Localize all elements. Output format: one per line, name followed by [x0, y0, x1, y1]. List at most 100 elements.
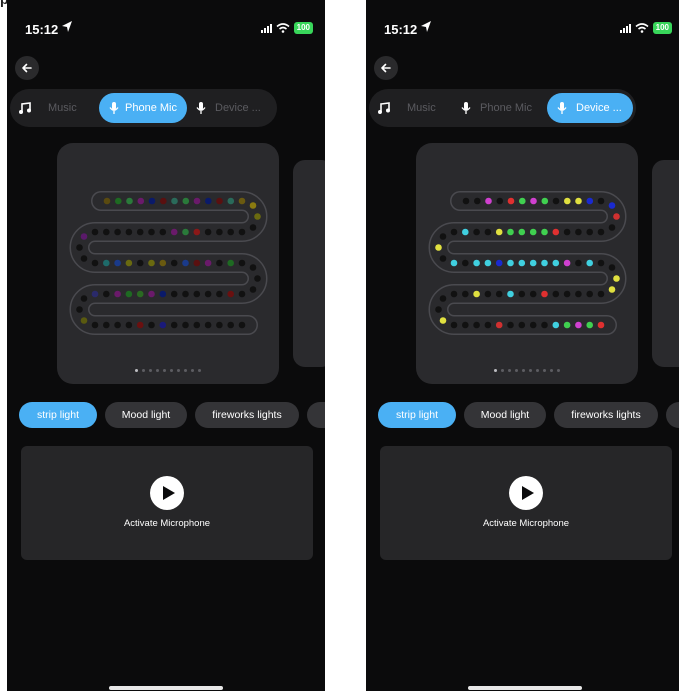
pager-dot [198, 369, 201, 372]
led-dot [608, 202, 616, 209]
led-dot [216, 197, 223, 205]
led-dot [552, 228, 560, 236]
led-dot [249, 202, 257, 209]
activate-microphone-button[interactable] [509, 476, 543, 510]
activate-microphone-label: Activate Microphone [123, 518, 211, 529]
led-dot [193, 290, 201, 298]
led-dot [563, 228, 571, 236]
led-dot [495, 228, 503, 236]
led-dot [148, 228, 155, 236]
activate-microphone-button[interactable] [150, 476, 184, 510]
led-dot [439, 255, 447, 262]
led-dot [586, 321, 593, 329]
led-dot [170, 290, 178, 298]
led-dot [608, 264, 616, 271]
led-dot [435, 244, 442, 251]
led-dot [80, 295, 88, 302]
carousel-pager [416, 369, 638, 372]
led-dot [114, 228, 121, 236]
effect-preview-card[interactable] [416, 143, 638, 384]
led-dot [575, 228, 582, 236]
pager-dot [536, 369, 539, 372]
led-dot [518, 290, 526, 298]
pager-dot [515, 369, 518, 372]
led-dot [450, 259, 458, 267]
led-dot [473, 290, 480, 298]
led-dot [159, 228, 167, 236]
effect-preview-card[interactable] [57, 143, 279, 384]
signal-icon [260, 23, 272, 33]
led-dot [125, 321, 133, 329]
led-dot [484, 259, 492, 267]
mode-more[interactable] [666, 402, 679, 428]
led-dot [91, 290, 99, 298]
mode-mood-light[interactable]: Mood light [105, 402, 187, 428]
pager-dot [501, 369, 504, 372]
next-effect-card[interactable] [293, 160, 325, 367]
mode-fireworks-lights[interactable]: fireworks lights [195, 402, 299, 428]
led-dot [80, 233, 88, 240]
led-dot [126, 197, 133, 205]
led-dot [114, 290, 121, 298]
led-dot [597, 321, 605, 329]
led-dot [496, 197, 504, 205]
mode-strip-light[interactable]: strip light [19, 402, 97, 428]
microphone-icon [109, 102, 119, 114]
led-dot [450, 321, 458, 329]
led-dot [541, 197, 549, 205]
tab-device-label: Device ... [576, 102, 622, 114]
tab-music[interactable]: Music [371, 93, 442, 123]
led-dot [518, 228, 526, 236]
led-dot [462, 321, 469, 329]
led-dot [541, 228, 548, 236]
microphone-icon [196, 102, 206, 114]
led-dot [170, 228, 178, 236]
tab-phone-mic[interactable]: Phone Mic [453, 93, 538, 123]
led-dot [473, 228, 480, 236]
led-dot [484, 228, 492, 236]
led-dot [159, 259, 167, 267]
source-tab-bar: Music Phone Mic Device ... [10, 89, 277, 127]
tab-device[interactable]: Device ... [190, 93, 265, 123]
next-effect-card[interactable] [652, 160, 679, 367]
led-dot [238, 259, 246, 267]
led-dot [462, 290, 469, 298]
microphone-icon [557, 102, 567, 114]
battery-indicator: 100 [652, 22, 672, 34]
led-dot [182, 228, 189, 236]
back-button[interactable] [15, 56, 39, 80]
led-dot [586, 197, 594, 205]
led-dot [529, 228, 537, 236]
tab-device[interactable]: Device ... [547, 93, 633, 123]
status-time: 15:12 [25, 22, 59, 37]
pager-dot [149, 369, 152, 372]
led-dot [575, 197, 582, 205]
led-dot [204, 259, 212, 267]
led-dot [114, 321, 121, 329]
led-dot [474, 197, 481, 205]
led-dot [193, 228, 201, 236]
led-dot [137, 197, 145, 205]
led-dot [170, 321, 178, 329]
pager-dot [494, 369, 497, 372]
led-dot [439, 295, 447, 302]
play-icon [509, 476, 543, 510]
back-button[interactable] [374, 56, 398, 80]
led-dot [507, 290, 514, 298]
home-indicator[interactable] [468, 686, 582, 690]
pager-dot [529, 369, 532, 372]
mode-more[interactable] [307, 402, 325, 428]
tab-music[interactable]: Music [12, 93, 83, 123]
mode-strip-light[interactable]: strip light [378, 402, 456, 428]
home-indicator[interactable] [109, 686, 223, 690]
mode-fireworks-lights[interactable]: fireworks lights [554, 402, 658, 428]
led-dot [507, 321, 514, 329]
mode-mood-light[interactable]: Mood light [464, 402, 546, 428]
led-dot [495, 290, 503, 298]
led-dot [254, 275, 261, 282]
led-dot [435, 306, 442, 313]
pager-dot [163, 369, 166, 372]
led-dot [103, 259, 110, 267]
tab-phone-mic[interactable]: Phone Mic [99, 93, 187, 123]
led-dot [563, 321, 571, 329]
